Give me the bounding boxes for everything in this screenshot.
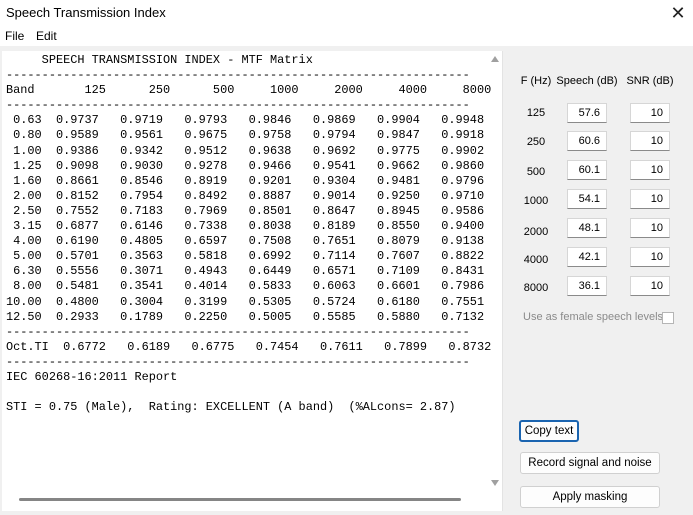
snr-field[interactable]: 10 (630, 218, 670, 238)
record-signal-button[interactable]: Record signal and noise (520, 452, 660, 474)
close-icon[interactable]: ✕ (664, 0, 692, 26)
menu-file[interactable]: File (5, 29, 24, 43)
freq-label: 2000 (523, 226, 549, 238)
speech-level-field[interactable]: 60.6 (567, 131, 607, 151)
female-speech-label: Use as female speech levels (523, 311, 664, 323)
snr-field[interactable]: 10 (630, 276, 670, 296)
speech-level-field[interactable]: 54.1 (567, 189, 607, 209)
freq-label: 4000 (523, 254, 549, 266)
freq-label: 8000 (523, 282, 549, 294)
apply-masking-button[interactable]: Apply masking (520, 486, 660, 508)
speech-level-field[interactable]: 48.1 (567, 218, 607, 238)
snr-field[interactable]: 10 (630, 103, 670, 123)
snr-field[interactable]: 10 (630, 247, 670, 267)
snr-field[interactable]: 10 (630, 189, 670, 209)
speech-level-field[interactable]: 60.1 (567, 160, 607, 180)
scroll-down-icon[interactable] (491, 480, 499, 486)
speech-column-header: Speech (dB) (556, 75, 618, 87)
menu-edit[interactable]: Edit (36, 29, 57, 43)
title-bar: Speech Transmission Index ✕ (0, 0, 693, 26)
scroll-up-icon[interactable] (491, 56, 499, 62)
freq-label: 250 (526, 136, 546, 148)
freq-label: 1000 (523, 195, 549, 207)
copy-text-button[interactable]: Copy text (519, 420, 579, 442)
snr-column-header: SNR (dB) (626, 75, 674, 87)
speech-level-field[interactable]: 36.1 (567, 276, 607, 296)
speech-level-field[interactable]: 42.1 (567, 247, 607, 267)
horizontal-scroll-thumb[interactable] (19, 498, 461, 501)
female-speech-checkbox[interactable] (662, 312, 674, 324)
speech-level-field[interactable]: 57.6 (567, 103, 607, 123)
horizontal-scrollbar[interactable] (2, 493, 488, 507)
report-text[interactable]: SPEECH TRANSMISSION INDEX - MTF Matrix -… (6, 53, 491, 415)
freq-column-header: F (Hz) (520, 75, 552, 87)
snr-field[interactable]: 10 (630, 131, 670, 151)
freq-label: 125 (526, 107, 546, 119)
menu-bar: File Edit (0, 27, 693, 46)
window-title: Speech Transmission Index (6, 5, 166, 20)
report-text-panel[interactable]: SPEECH TRANSMISSION INDEX - MTF Matrix -… (2, 51, 503, 511)
freq-label: 500 (526, 166, 546, 178)
vertical-scrollbar[interactable] (488, 51, 502, 493)
snr-field[interactable]: 10 (630, 160, 670, 180)
